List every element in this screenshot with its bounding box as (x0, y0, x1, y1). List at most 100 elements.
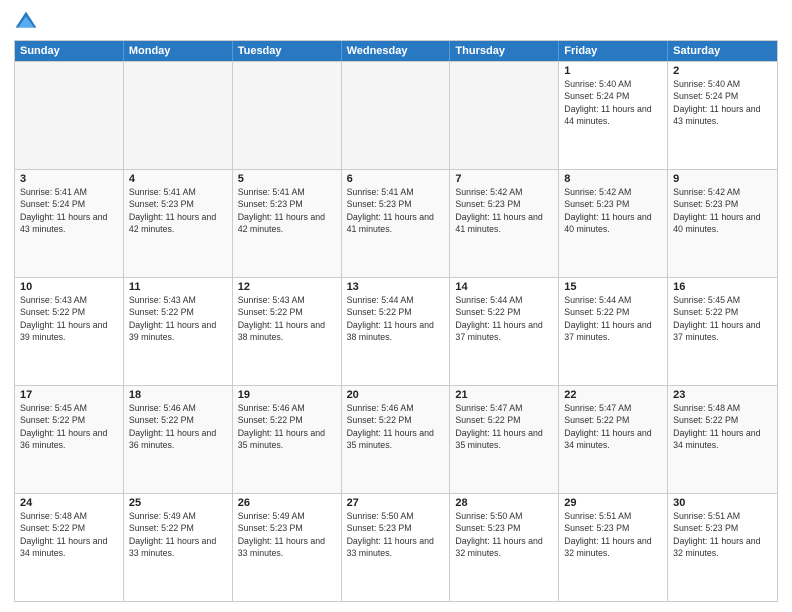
day-number: 17 (20, 389, 118, 401)
day-info: Sunrise: 5:51 AMSunset: 5:23 PMDaylight:… (673, 510, 772, 559)
day-info: Sunrise: 5:44 AMSunset: 5:22 PMDaylight:… (455, 294, 553, 343)
day-cell-1: 1Sunrise: 5:40 AMSunset: 5:24 PMDaylight… (559, 62, 668, 169)
logo (14, 10, 42, 34)
header-day-sunday: Sunday (15, 41, 124, 61)
day-info: Sunrise: 5:45 AMSunset: 5:22 PMDaylight:… (20, 402, 118, 451)
empty-cell (15, 62, 124, 169)
page: SundayMondayTuesdayWednesdayThursdayFrid… (0, 0, 792, 612)
day-number: 9 (673, 173, 772, 185)
day-number: 23 (673, 389, 772, 401)
header-day-friday: Friday (559, 41, 668, 61)
day-info: Sunrise: 5:42 AMSunset: 5:23 PMDaylight:… (673, 186, 772, 235)
day-info: Sunrise: 5:41 AMSunset: 5:24 PMDaylight:… (20, 186, 118, 235)
day-info: Sunrise: 5:41 AMSunset: 5:23 PMDaylight:… (347, 186, 445, 235)
day-cell-30: 30Sunrise: 5:51 AMSunset: 5:23 PMDayligh… (668, 494, 777, 601)
day-cell-21: 21Sunrise: 5:47 AMSunset: 5:22 PMDayligh… (450, 386, 559, 493)
day-cell-18: 18Sunrise: 5:46 AMSunset: 5:22 PMDayligh… (124, 386, 233, 493)
day-info: Sunrise: 5:44 AMSunset: 5:22 PMDaylight:… (347, 294, 445, 343)
day-number: 13 (347, 281, 445, 293)
day-info: Sunrise: 5:50 AMSunset: 5:23 PMDaylight:… (455, 510, 553, 559)
logo-icon (14, 10, 38, 34)
calendar: SundayMondayTuesdayWednesdayThursdayFrid… (14, 40, 778, 602)
day-number: 1 (564, 65, 662, 77)
calendar-row-4: 17Sunrise: 5:45 AMSunset: 5:22 PMDayligh… (15, 385, 777, 493)
day-number: 29 (564, 497, 662, 509)
calendar-row-5: 24Sunrise: 5:48 AMSunset: 5:22 PMDayligh… (15, 493, 777, 601)
day-cell-15: 15Sunrise: 5:44 AMSunset: 5:22 PMDayligh… (559, 278, 668, 385)
day-number: 26 (238, 497, 336, 509)
day-cell-2: 2Sunrise: 5:40 AMSunset: 5:24 PMDaylight… (668, 62, 777, 169)
day-number: 22 (564, 389, 662, 401)
day-cell-19: 19Sunrise: 5:46 AMSunset: 5:22 PMDayligh… (233, 386, 342, 493)
day-cell-29: 29Sunrise: 5:51 AMSunset: 5:23 PMDayligh… (559, 494, 668, 601)
day-cell-9: 9Sunrise: 5:42 AMSunset: 5:23 PMDaylight… (668, 170, 777, 277)
day-cell-28: 28Sunrise: 5:50 AMSunset: 5:23 PMDayligh… (450, 494, 559, 601)
day-number: 24 (20, 497, 118, 509)
day-number: 6 (347, 173, 445, 185)
day-number: 11 (129, 281, 227, 293)
day-number: 7 (455, 173, 553, 185)
calendar-body: 1Sunrise: 5:40 AMSunset: 5:24 PMDaylight… (15, 61, 777, 601)
day-info: Sunrise: 5:48 AMSunset: 5:22 PMDaylight:… (673, 402, 772, 451)
day-number: 25 (129, 497, 227, 509)
empty-cell (450, 62, 559, 169)
day-cell-7: 7Sunrise: 5:42 AMSunset: 5:23 PMDaylight… (450, 170, 559, 277)
day-number: 28 (455, 497, 553, 509)
day-number: 3 (20, 173, 118, 185)
day-info: Sunrise: 5:46 AMSunset: 5:22 PMDaylight:… (238, 402, 336, 451)
day-number: 20 (347, 389, 445, 401)
day-number: 12 (238, 281, 336, 293)
day-info: Sunrise: 5:51 AMSunset: 5:23 PMDaylight:… (564, 510, 662, 559)
day-number: 16 (673, 281, 772, 293)
day-info: Sunrise: 5:41 AMSunset: 5:23 PMDaylight:… (129, 186, 227, 235)
calendar-row-3: 10Sunrise: 5:43 AMSunset: 5:22 PMDayligh… (15, 277, 777, 385)
day-number: 18 (129, 389, 227, 401)
day-number: 2 (673, 65, 772, 77)
day-cell-4: 4Sunrise: 5:41 AMSunset: 5:23 PMDaylight… (124, 170, 233, 277)
day-cell-16: 16Sunrise: 5:45 AMSunset: 5:22 PMDayligh… (668, 278, 777, 385)
day-cell-24: 24Sunrise: 5:48 AMSunset: 5:22 PMDayligh… (15, 494, 124, 601)
empty-cell (233, 62, 342, 169)
calendar-header: SundayMondayTuesdayWednesdayThursdayFrid… (15, 41, 777, 61)
day-info: Sunrise: 5:43 AMSunset: 5:22 PMDaylight:… (238, 294, 336, 343)
day-number: 19 (238, 389, 336, 401)
calendar-row-1: 1Sunrise: 5:40 AMSunset: 5:24 PMDaylight… (15, 61, 777, 169)
header-day-saturday: Saturday (668, 41, 777, 61)
header-day-thursday: Thursday (450, 41, 559, 61)
day-cell-20: 20Sunrise: 5:46 AMSunset: 5:22 PMDayligh… (342, 386, 451, 493)
day-info: Sunrise: 5:46 AMSunset: 5:22 PMDaylight:… (129, 402, 227, 451)
empty-cell (342, 62, 451, 169)
day-cell-13: 13Sunrise: 5:44 AMSunset: 5:22 PMDayligh… (342, 278, 451, 385)
header (14, 10, 778, 34)
day-cell-26: 26Sunrise: 5:49 AMSunset: 5:23 PMDayligh… (233, 494, 342, 601)
day-cell-23: 23Sunrise: 5:48 AMSunset: 5:22 PMDayligh… (668, 386, 777, 493)
day-number: 21 (455, 389, 553, 401)
day-cell-14: 14Sunrise: 5:44 AMSunset: 5:22 PMDayligh… (450, 278, 559, 385)
day-cell-12: 12Sunrise: 5:43 AMSunset: 5:22 PMDayligh… (233, 278, 342, 385)
day-info: Sunrise: 5:47 AMSunset: 5:22 PMDaylight:… (455, 402, 553, 451)
day-cell-17: 17Sunrise: 5:45 AMSunset: 5:22 PMDayligh… (15, 386, 124, 493)
day-cell-3: 3Sunrise: 5:41 AMSunset: 5:24 PMDaylight… (15, 170, 124, 277)
header-day-tuesday: Tuesday (233, 41, 342, 61)
day-cell-11: 11Sunrise: 5:43 AMSunset: 5:22 PMDayligh… (124, 278, 233, 385)
day-info: Sunrise: 5:47 AMSunset: 5:22 PMDaylight:… (564, 402, 662, 451)
empty-cell (124, 62, 233, 169)
day-info: Sunrise: 5:45 AMSunset: 5:22 PMDaylight:… (673, 294, 772, 343)
day-cell-8: 8Sunrise: 5:42 AMSunset: 5:23 PMDaylight… (559, 170, 668, 277)
day-cell-10: 10Sunrise: 5:43 AMSunset: 5:22 PMDayligh… (15, 278, 124, 385)
day-number: 14 (455, 281, 553, 293)
day-info: Sunrise: 5:43 AMSunset: 5:22 PMDaylight:… (20, 294, 118, 343)
day-info: Sunrise: 5:43 AMSunset: 5:22 PMDaylight:… (129, 294, 227, 343)
day-info: Sunrise: 5:49 AMSunset: 5:23 PMDaylight:… (238, 510, 336, 559)
day-info: Sunrise: 5:42 AMSunset: 5:23 PMDaylight:… (455, 186, 553, 235)
day-number: 27 (347, 497, 445, 509)
day-info: Sunrise: 5:49 AMSunset: 5:22 PMDaylight:… (129, 510, 227, 559)
header-day-wednesday: Wednesday (342, 41, 451, 61)
day-number: 4 (129, 173, 227, 185)
day-number: 10 (20, 281, 118, 293)
day-cell-27: 27Sunrise: 5:50 AMSunset: 5:23 PMDayligh… (342, 494, 451, 601)
day-cell-5: 5Sunrise: 5:41 AMSunset: 5:23 PMDaylight… (233, 170, 342, 277)
calendar-row-2: 3Sunrise: 5:41 AMSunset: 5:24 PMDaylight… (15, 169, 777, 277)
day-info: Sunrise: 5:41 AMSunset: 5:23 PMDaylight:… (238, 186, 336, 235)
day-info: Sunrise: 5:48 AMSunset: 5:22 PMDaylight:… (20, 510, 118, 559)
